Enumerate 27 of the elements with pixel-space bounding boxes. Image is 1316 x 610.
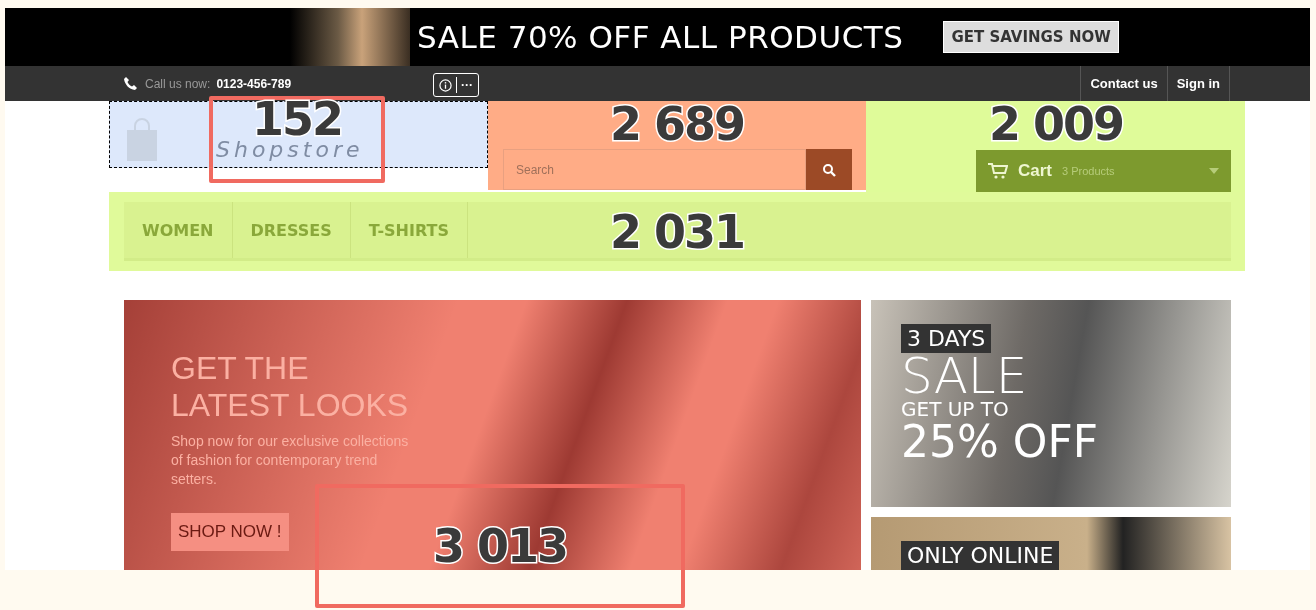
more-button[interactable]: ··· — [461, 78, 473, 92]
promo-banner[interactable]: 3 DAYS SALE GET UP TO 25% OFF — [871, 300, 1231, 507]
cart-icon — [988, 163, 1008, 179]
banner-tag: 3 DAYS — [901, 324, 992, 353]
banner-text: SALE — [901, 353, 1029, 399]
promo-banner[interactable]: ONLY ONLINE — [871, 517, 1231, 570]
search-field[interactable]: Search — [503, 149, 806, 190]
banner-text: 25% OFF — [901, 419, 1100, 465]
info-icon[interactable] — [439, 78, 452, 92]
banner-text: GET UP TO — [901, 399, 1010, 419]
click-count: 2 031 — [610, 209, 744, 255]
search-icon — [822, 162, 836, 177]
phone-icon — [123, 75, 139, 92]
caret-icon — [1209, 168, 1219, 174]
click-count: 2 009 — [989, 101, 1123, 147]
banner-tag: ONLY ONLINE — [901, 541, 1060, 570]
hero-text: Shop now for our exclusive collections of fashion for contemporary trend setters. — [171, 432, 410, 489]
phone-number: 0123-456-789 — [216, 76, 292, 91]
banner-headline: SALE 70% OFF ALL PRODUCTS — [417, 19, 904, 55]
call-label: Call us now: — [145, 76, 211, 91]
shopping-bag-icon — [125, 118, 159, 162]
search-button[interactable] — [806, 149, 852, 190]
click-count: 3 013 — [433, 523, 567, 569]
get-savings-button[interactable]: GET SAVINGS NOW — [943, 21, 1119, 53]
shop-now-button[interactable]: SHOP NOW ! — [171, 513, 289, 551]
hero-title: GET THE LATEST LOOKS — [171, 350, 410, 424]
click-count: 2 689 — [610, 101, 744, 147]
